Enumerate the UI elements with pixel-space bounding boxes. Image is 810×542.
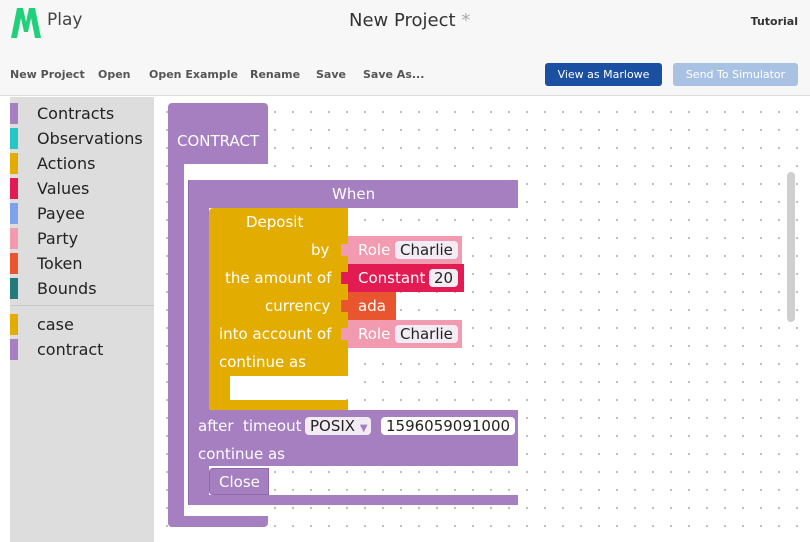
close-label: Close: [219, 473, 260, 491]
timeout-label: timeout: [243, 417, 302, 435]
amount-kind: Constant: [358, 269, 426, 287]
category-label: Token: [37, 254, 83, 273]
category-label: case: [37, 315, 74, 334]
save-as-button[interactable]: Save As...: [363, 68, 424, 81]
rename-button[interactable]: Rename: [250, 68, 300, 81]
dropdown-arrow-icon: ▼: [359, 423, 368, 434]
tutorial-link[interactable]: Tutorial: [751, 15, 798, 28]
category-swatch: [10, 203, 18, 224]
category-label: Contracts: [37, 104, 115, 123]
amount-connector: [341, 272, 349, 284]
deposit-title: Deposit: [246, 213, 304, 231]
new-project-button[interactable]: New Project: [10, 68, 85, 81]
category-label: Observations: [37, 129, 143, 148]
logo-text: Play: [47, 10, 83, 30]
view-as-marlowe-button[interactable]: View as Marlowe: [545, 63, 662, 86]
timeout-type-value: POSIX: [310, 417, 356, 435]
toolbox-category-payee[interactable]: Payee: [10, 201, 154, 226]
toolbox-category-values[interactable]: Values: [10, 176, 154, 201]
toolbox-category-party[interactable]: Party: [10, 226, 154, 251]
currency-connector: [341, 300, 349, 312]
account-role-kind: Role: [358, 325, 391, 343]
by-role-connector: [341, 244, 349, 256]
toolbox-category-bounds[interactable]: Bounds: [10, 276, 154, 301]
when-label: When: [332, 185, 376, 203]
toolbox-category-contracts[interactable]: Contracts: [10, 101, 154, 126]
toolbox-category-token[interactable]: Token: [10, 251, 154, 276]
deposit-block[interactable]: [209, 208, 348, 376]
timeout-type-dropdown[interactable]: POSIX ▼: [305, 417, 371, 435]
block-toolbox: Contracts Observations Actions Values Pa…: [10, 97, 154, 542]
toolbox-divider: [10, 305, 154, 306]
by-role-name-field[interactable]: Charlie: [395, 241, 458, 259]
category-swatch: [10, 339, 18, 360]
category-label: Party: [37, 229, 79, 248]
unsaved-marker: *: [461, 10, 471, 31]
category-swatch: [10, 178, 18, 199]
page-margin: [0, 97, 10, 542]
category-swatch: [10, 253, 18, 274]
toolbox-category-observations[interactable]: Observations: [10, 126, 154, 151]
category-swatch: [10, 278, 18, 299]
deposit-amount-label: the amount of: [225, 269, 332, 287]
deposit-continue-label: continue as: [219, 353, 306, 371]
toolbox-item-contract[interactable]: contract: [10, 337, 154, 362]
save-button[interactable]: Save: [316, 68, 346, 81]
toolbox-category-actions[interactable]: Actions: [10, 151, 154, 176]
app-header: Play New Project * Tutorial: [0, 0, 810, 52]
project-toolbar: New Project Open Open Example Rename Sav…: [0, 52, 810, 96]
open-button[interactable]: Open: [98, 68, 131, 81]
when-block-edge: [188, 180, 189, 505]
toolbox-item-case[interactable]: case: [10, 312, 154, 337]
timeout-value-field[interactable]: 1596059091000: [381, 417, 516, 435]
currency-token-label: ada: [358, 297, 386, 315]
marlowe-logo-icon: [11, 8, 41, 38]
category-label: Values: [37, 179, 90, 198]
category-label: Payee: [37, 204, 85, 223]
open-example-button[interactable]: Open Example: [149, 68, 238, 81]
account-role-name-field[interactable]: Charlie: [395, 325, 458, 343]
after-label: after: [198, 417, 234, 435]
category-label: Actions: [37, 154, 96, 173]
deposit-by-label: by: [311, 241, 330, 259]
deposit-block-bottom: [209, 400, 348, 410]
deposit-account-label: into account of: [219, 325, 332, 343]
category-label: Bounds: [37, 279, 97, 298]
contract-label: CONTRACT: [177, 132, 260, 150]
deposit-continue-slot[interactable]: [230, 376, 348, 400]
category-label: contract: [37, 340, 104, 359]
category-swatch: [10, 314, 18, 335]
timeout-continue-label: continue as: [198, 445, 285, 463]
account-role-connector: [341, 328, 349, 340]
category-swatch: [10, 228, 18, 249]
category-swatch: [10, 153, 18, 174]
category-swatch: [10, 128, 18, 149]
when-block-bottom: [188, 495, 518, 505]
workspace-scrollbar[interactable]: [787, 172, 795, 322]
send-to-simulator-button[interactable]: Send To Simulator: [673, 63, 798, 86]
project-title-text: New Project: [349, 10, 456, 31]
category-swatch: [10, 103, 18, 124]
project-title[interactable]: New Project *: [349, 10, 470, 31]
by-role-kind: Role: [358, 241, 391, 259]
deposit-currency-label: currency: [265, 297, 331, 315]
amount-value-field[interactable]: 20: [429, 269, 459, 287]
